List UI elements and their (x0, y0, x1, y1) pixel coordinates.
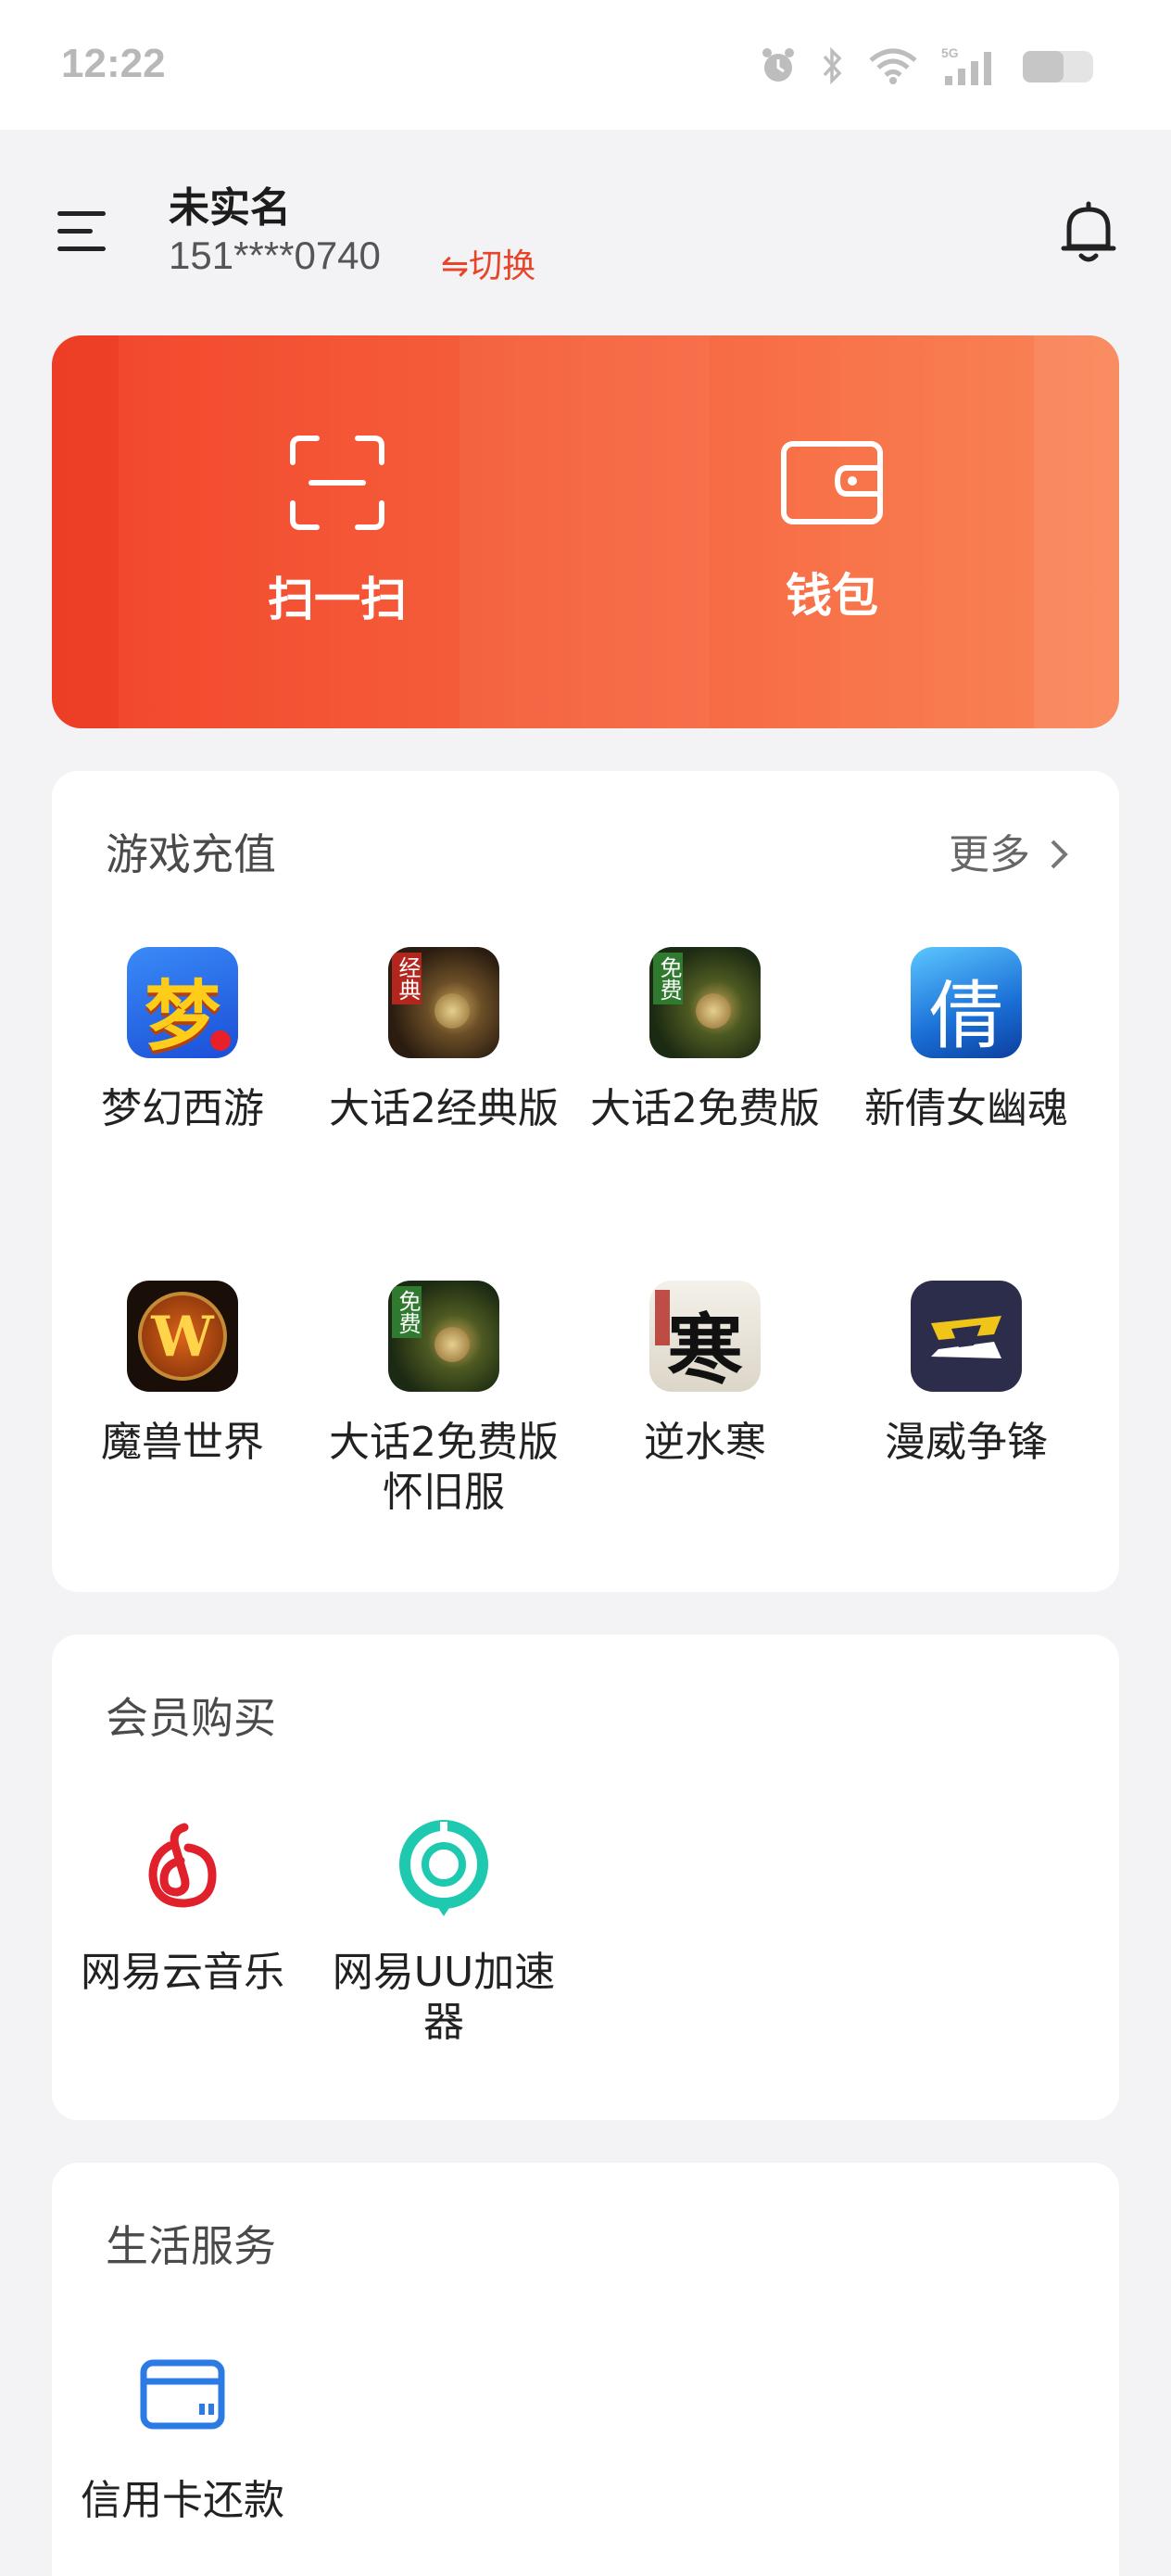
membership-title: 会员购买 (106, 1693, 276, 1743)
more-label: 更多 (949, 831, 1030, 878)
icon-tag: 经典 (392, 953, 422, 1004)
menu-icon[interactable] (52, 204, 117, 259)
chevron-right-icon (1049, 834, 1069, 881)
header: 未实名 151****0740 ⇋切换 (0, 130, 1171, 315)
member-label: 网易UU加速器 (332, 1949, 556, 2046)
icon-tag: W (151, 1305, 214, 1370)
qiannv-icon: 倩 (911, 947, 1022, 1058)
dahua2-classic-icon: 经典 (388, 947, 499, 1058)
more-link[interactable]: 更多 (949, 821, 1069, 881)
scan-icon (290, 436, 384, 530)
wallet-label: 钱包 (786, 569, 878, 623)
svg-text:5G: 5G (941, 45, 959, 60)
scan-button[interactable]: 扫一扫 (189, 335, 485, 728)
icon-tag: 倩 (929, 973, 1003, 1058)
dahua2-nostalgia-icon: 免费 (388, 1281, 499, 1392)
menghuan-xiyou-icon: 梦 (127, 947, 238, 1058)
status-time: 12:22 (61, 41, 166, 86)
member-item-uu[interactable]: 网易UU加速器 (313, 1811, 574, 2048)
game-item-menghuan[interactable]: 梦 梦幻西游 (52, 947, 313, 1134)
game-recharge-title: 游戏充值 (106, 829, 276, 879)
service-item-credit-card[interactable]: 信用卡还款 (52, 2339, 313, 2526)
icon-tag: 免费 (653, 953, 683, 1004)
switch-account-link[interactable]: ⇋切换 (441, 239, 535, 287)
nishuihan-icon: 寒 (649, 1281, 761, 1392)
game-label: 逆水寒 (644, 1419, 766, 1466)
game-label: 梦幻西游 (101, 1085, 264, 1132)
life-services-title: 生活服务 (106, 2221, 276, 2271)
wallet-button[interactable]: 钱包 (684, 335, 980, 728)
game-recharge-card: 游戏充值 更多 梦 梦幻西游 经典 大话2经典版 免费 大话2免费版 倩 新倩女… (52, 771, 1119, 1592)
bluetooth-icon (823, 46, 842, 85)
wifi-icon (869, 48, 917, 84)
game-label: 漫威争锋 (885, 1419, 1048, 1466)
battery-icon (1023, 51, 1093, 82)
uu-accelerator-icon (399, 1820, 488, 1916)
game-item-dahua2-classic[interactable]: 经典 大话2经典版 (313, 947, 574, 1134)
game-item-dahua2-free[interactable]: 免费 大话2免费版 (574, 947, 836, 1134)
game-label: 大话2免费版 (590, 1085, 820, 1132)
game-item-qiannv[interactable]: 倩 新倩女幽魂 (836, 947, 1097, 1134)
game-label: 魔兽世界 (101, 1419, 264, 1466)
life-services-card: 生活服务 信用卡还款 (52, 2163, 1119, 2576)
hero-band (52, 335, 119, 728)
service-label: 信用卡还款 (81, 2477, 284, 2524)
game-item-nishuihan[interactable]: 寒 逆水寒 (574, 1281, 836, 1468)
marvel-rivals-icon (911, 1281, 1022, 1392)
status-bar: 12:22 5G (0, 0, 1171, 130)
hero-band (1034, 335, 1119, 728)
member-label: 网易云音乐 (81, 1949, 284, 1996)
game-item-warcraft[interactable]: W 魔兽世界 (52, 1281, 313, 1468)
hero-band (460, 335, 710, 728)
icon-tag: 免费 (392, 1286, 422, 1338)
status-icons: 5G (760, 43, 1095, 89)
dahua2-free-icon: 免费 (649, 947, 761, 1058)
user-name[interactable]: 未实名 (169, 174, 291, 234)
signal-5g-icon: 5G (941, 45, 991, 85)
game-label: 大话2经典版 (329, 1085, 559, 1132)
scan-label: 扫一扫 (268, 573, 407, 626)
wallet-icon (781, 441, 883, 524)
hero-card: 扫一扫 钱包 (52, 335, 1119, 728)
member-item-netease-music[interactable]: 网易云音乐 (52, 1811, 313, 1998)
game-item-marvel-rivals[interactable]: 漫威争锋 (836, 1281, 1097, 1468)
game-label: 大话2免费版怀旧服 (329, 1419, 559, 1516)
alarm-icon (762, 48, 794, 82)
game-item-dahua2-nostalgia[interactable]: 免费 大话2免费版怀旧服 (313, 1281, 574, 1518)
user-phone: 151****0740 (169, 234, 381, 277)
netease-music-icon (148, 1823, 217, 1908)
warcraft-icon: W (127, 1281, 238, 1392)
credit-card-icon (140, 2359, 225, 2430)
membership-card: 会员购买 网易云音乐 网易UU加速器 (52, 1635, 1119, 2120)
notification-bell-icon[interactable] (1058, 198, 1119, 265)
game-label: 新倩女幽魂 (864, 1085, 1068, 1132)
